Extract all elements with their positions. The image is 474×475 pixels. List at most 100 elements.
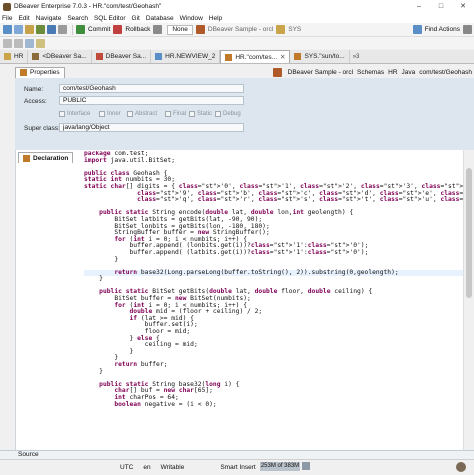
close-tab-icon[interactable]: ✕ [280, 53, 285, 61]
code-line[interactable]: } [84, 256, 464, 264]
tab-dbeaver-sample-1[interactable]: <DBeaver Sa... [28, 50, 92, 63]
commit-button[interactable]: Commit [88, 26, 110, 33]
tab-declaration[interactable]: Declaration [18, 152, 74, 163]
code-editor[interactable]: package com.test; import java.util.BitSet… [15, 150, 464, 451]
tab-label: <DBeaver Sa... [42, 53, 87, 60]
code-line[interactable]: } [84, 276, 464, 283]
rollback-icon[interactable] [113, 25, 123, 34]
memory-usage-bar[interactable]: 253M of 383M [260, 462, 300, 471]
checkbox-box [165, 111, 171, 117]
code-line[interactable]: import java.util.BitSet; [84, 157, 464, 165]
breadcrumb-schema[interactable]: HR [388, 69, 397, 76]
static-checkbox[interactable]: Static [189, 111, 212, 117]
connection-selector[interactable]: DBeaver Sample - orcl [208, 26, 273, 33]
code-line[interactable]: } [84, 368, 464, 376]
code-line[interactable]: class="st">'q', class="st">'r', class="s… [84, 196, 464, 204]
menu-database[interactable]: Database [146, 15, 174, 22]
checkbox-label: Inner [107, 111, 121, 117]
scrollbar-thumb[interactable] [466, 168, 472, 298]
timezone-status: UTC [120, 464, 134, 471]
tab-hr-geohash[interactable]: HR."com/tes... ✕ [220, 50, 291, 63]
tab-source[interactable]: Source [18, 451, 39, 458]
menu-sql-editor[interactable]: SQL Editor [94, 15, 126, 22]
schema-icon [276, 25, 286, 34]
declaration-tab-label: Declaration [33, 154, 69, 162]
find-actions-button[interactable]: Find Actions [425, 26, 460, 33]
code-area[interactable]: package com.test; import java.util.BitSet… [84, 151, 464, 451]
debug-checkbox[interactable]: Debug [215, 111, 241, 117]
breadcrumb-object[interactable]: com/test/Geohash [419, 69, 472, 76]
access-field[interactable]: PUBLIC [59, 96, 244, 105]
back-icon[interactable] [3, 38, 12, 48]
connection-icon [272, 67, 282, 77]
tab-dbeaver-sample-2[interactable]: DBeaver Sa... [92, 50, 152, 63]
garbage-collect-icon[interactable] [302, 462, 310, 470]
schema-tab-icon [4, 53, 11, 60]
menu-git[interactable]: Git [132, 15, 140, 22]
editor-scrollbar[interactable] [463, 150, 474, 450]
breadcrumb-schemas[interactable]: Schemas [357, 69, 384, 76]
tab-hr[interactable]: HR [0, 50, 29, 63]
checkbox-box [127, 111, 133, 117]
user-avatar[interactable] [456, 462, 466, 472]
rollback-button[interactable]: Rollback [125, 26, 150, 33]
name-field[interactable]: com/test/Geohash [59, 84, 244, 93]
schema-selector[interactable]: SYS [288, 26, 301, 33]
checkbox-box [215, 111, 221, 117]
transaction-mode-dropdown[interactable]: None [167, 24, 193, 35]
bookmark-icon[interactable] [36, 38, 45, 48]
navigate-icon[interactable] [25, 38, 34, 48]
java-class-tab-icon [294, 53, 302, 60]
breadcrumb-java[interactable]: Java [402, 69, 416, 76]
checkbox-box [189, 111, 195, 117]
inner-checkbox[interactable]: Inner [99, 111, 121, 117]
menu-window[interactable]: Window [180, 15, 203, 22]
more-tabs-button[interactable]: »3 [353, 54, 360, 60]
toolbar-separator [72, 24, 73, 35]
database-icon[interactable] [47, 25, 56, 34]
disconnect-icon[interactable] [58, 25, 67, 34]
open-sql-icon[interactable] [25, 25, 34, 34]
final-checkbox[interactable]: Final [165, 111, 186, 117]
close-button[interactable]: ✕ [452, 0, 474, 13]
interface-checkbox[interactable]: Interface [59, 111, 90, 117]
perspective-icon[interactable] [463, 25, 472, 34]
code-line[interactable]: return base32(Long.parseLong(buffer.toSt… [84, 269, 464, 277]
abstract-checkbox[interactable]: Abstract [127, 111, 157, 117]
tab-properties[interactable]: Properties [15, 66, 65, 78]
code-line[interactable]: buffer.append( (latbits.get(i))?class="s… [84, 249, 464, 257]
view-tab-icon [155, 53, 163, 60]
code-line[interactable]: } [84, 348, 464, 356]
menu-navigate[interactable]: Navigate [36, 15, 62, 22]
source-tab-bar [0, 450, 474, 459]
minimize-button[interactable]: – [408, 0, 430, 13]
sql-editor-icon[interactable] [14, 25, 23, 34]
breadcrumb-connection[interactable]: DBeaver Sample - orcl [288, 69, 353, 76]
forward-icon[interactable] [14, 38, 23, 48]
dbeaver-app-icon [3, 2, 11, 11]
menu-search[interactable]: Search [67, 15, 88, 22]
new-connection-icon[interactable] [3, 25, 12, 34]
commit-icon[interactable] [76, 25, 85, 34]
find-actions-icon[interactable] [412, 25, 422, 34]
menu-help[interactable]: Help [209, 15, 222, 22]
code-line[interactable]: ceiling = mid; [84, 342, 464, 349]
tab-hr-newview[interactable]: HR.NEWVIEW_2 [151, 50, 221, 63]
menu-bar: File Edit Navigate Search SQL Editor Git… [0, 13, 474, 23]
refresh-icon[interactable] [36, 25, 45, 34]
tab-sys-sun[interactable]: SYS."sun/to... [290, 50, 350, 63]
code-line[interactable]: return buffer; [84, 361, 464, 369]
transaction-icon[interactable] [153, 25, 163, 34]
code-line[interactable]: boolean negative = (i < 0); [84, 401, 464, 409]
menu-file[interactable]: File [2, 15, 12, 22]
insert-mode-status: Smart Insert [220, 464, 256, 471]
editor-gutter [16, 150, 66, 450]
object-breadcrumb-bar: DBeaver Sample - orcl Schemas HR Java co… [269, 66, 472, 78]
menu-edit[interactable]: Edit [18, 15, 29, 22]
super-class-field[interactable]: java/lang/Object [59, 123, 244, 132]
title-bar: DBeaver Enterprise 7.0.3 - HR."com/test/… [0, 0, 474, 13]
main-toolbar: Commit Rollback None DBeaver Sample - or… [0, 23, 474, 37]
maximize-button[interactable]: □ [430, 0, 452, 13]
status-bar: UTC en Writable Smart Insert [0, 459, 474, 475]
checkbox-box [59, 111, 65, 117]
